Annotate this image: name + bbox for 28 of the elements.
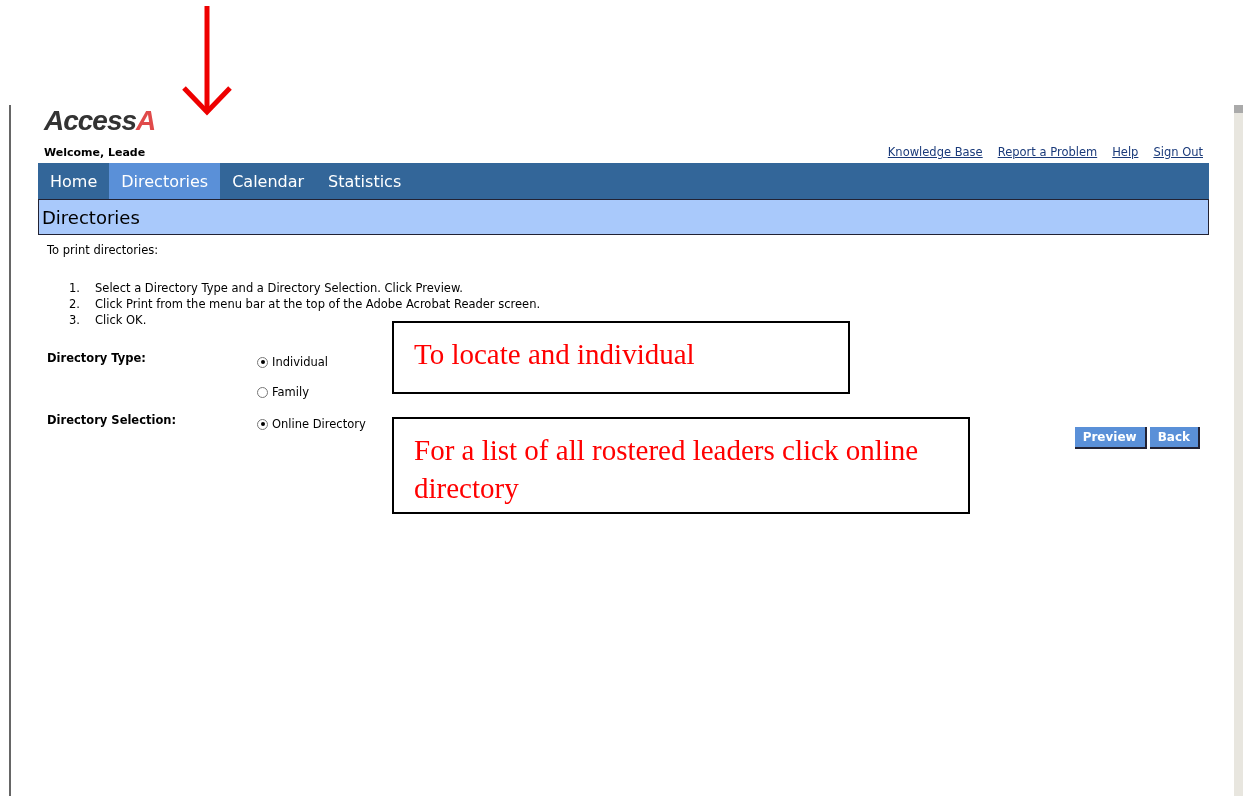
nav-tab[interactable]: Calendar xyxy=(220,163,317,199)
step-number: 3. xyxy=(69,313,81,329)
nav-tab[interactable]: Home xyxy=(38,163,110,199)
step-text: Select a Directory Type and a Directory Selection. Click Preview. xyxy=(95,281,463,297)
header-link[interactable]: Report a Problem xyxy=(997,145,1098,159)
intro-text: To print directories: xyxy=(47,243,160,257)
step-text: Click OK. xyxy=(95,313,147,329)
radio-label: Family xyxy=(272,385,309,399)
step-text: Click Print from the menu bar at the top of the Adobe Acrobat Reader screen. xyxy=(95,297,541,313)
action-button[interactable]: Preview xyxy=(1074,427,1147,449)
logo: AccessA xyxy=(44,104,157,137)
welcome-text: Welcome, Leade xyxy=(44,146,146,159)
radio-label: Online Directory xyxy=(272,417,366,431)
header-link[interactable]: Help xyxy=(1112,145,1139,159)
header-link[interactable]: Sign Out xyxy=(1153,145,1203,159)
nav-tab[interactable]: Directories xyxy=(109,163,221,199)
action-button[interactable]: Back xyxy=(1149,427,1200,449)
section-title: Directories xyxy=(38,199,1209,235)
step-number: 1. xyxy=(69,281,81,297)
header-link[interactable]: Knowledge Base xyxy=(887,145,983,159)
annotation-note: For a list of all rostered leaders click online directory xyxy=(392,417,970,514)
radio-label: Individual xyxy=(272,355,328,369)
arrow-icon xyxy=(180,6,234,116)
step-number: 2. xyxy=(69,297,81,313)
nav-tab[interactable]: Statistics xyxy=(316,163,414,199)
field-label: Directory Selection: xyxy=(47,413,178,429)
annotation-note: To locate and individual xyxy=(392,321,850,394)
field-label: Directory Type: xyxy=(47,351,147,367)
